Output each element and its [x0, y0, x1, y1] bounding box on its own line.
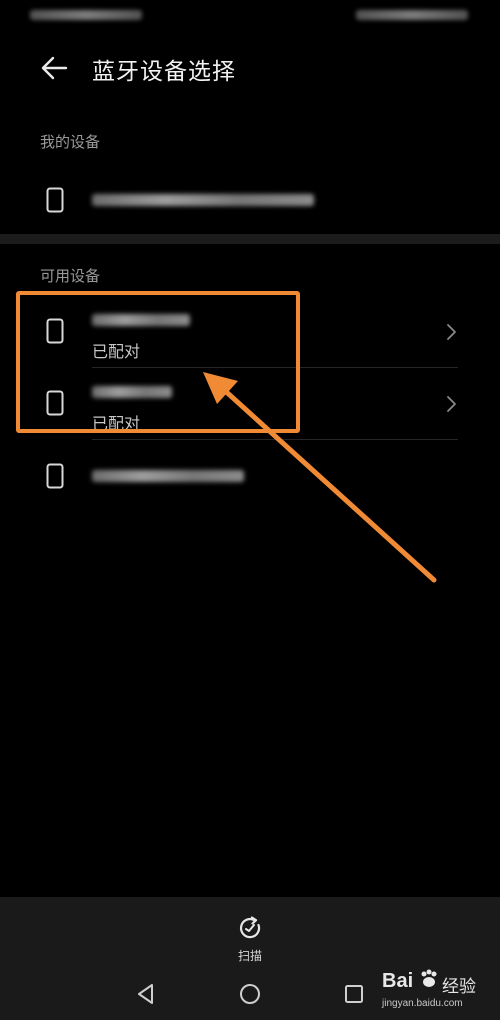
highlight-box — [16, 291, 300, 433]
device-name-redacted — [92, 194, 314, 206]
phone-icon — [46, 187, 64, 213]
arrow-left-icon — [41, 56, 68, 80]
nav-back-button[interactable] — [132, 980, 160, 1008]
available-device-row[interactable] — [0, 440, 500, 510]
square-icon — [345, 985, 363, 1003]
status-left-blur — [30, 10, 142, 20]
nav-home-button[interactable] — [236, 980, 264, 1008]
annotation-arrow — [203, 372, 437, 583]
device-name-redacted — [92, 470, 244, 482]
refresh-icon — [239, 916, 261, 939]
section-divider — [0, 234, 500, 244]
watermark-brand-b: 经验 — [442, 977, 476, 996]
nav-recent-button[interactable] — [340, 980, 368, 1008]
watermark-brand-a: Bai — [382, 970, 414, 992]
header: 蓝牙设备选择 — [0, 40, 500, 96]
scan-button[interactable]: 扫描 — [220, 907, 280, 963]
page-title: 蓝牙设备选择 — [92, 59, 236, 85]
my-devices-label: 我的设备 — [40, 133, 101, 151]
triangle-left-icon — [138, 984, 153, 1004]
my-device-row[interactable] — [0, 172, 500, 228]
chevron-right-icon — [447, 396, 456, 412]
watermark: Bai 经验 jingyan.baidu.com — [382, 965, 494, 1013]
status-bar — [0, 0, 500, 30]
back-button[interactable] — [36, 48, 76, 88]
phone-icon — [46, 463, 64, 489]
paw-icon — [421, 969, 437, 987]
available-devices-label: 可用设备 — [40, 267, 101, 285]
circle-icon — [240, 984, 260, 1004]
chevron-right-icon — [447, 324, 456, 340]
scan-label: 扫描 — [237, 949, 262, 963]
watermark-url: jingyan.baidu.com — [382, 998, 463, 1009]
status-right-blur — [356, 10, 468, 20]
